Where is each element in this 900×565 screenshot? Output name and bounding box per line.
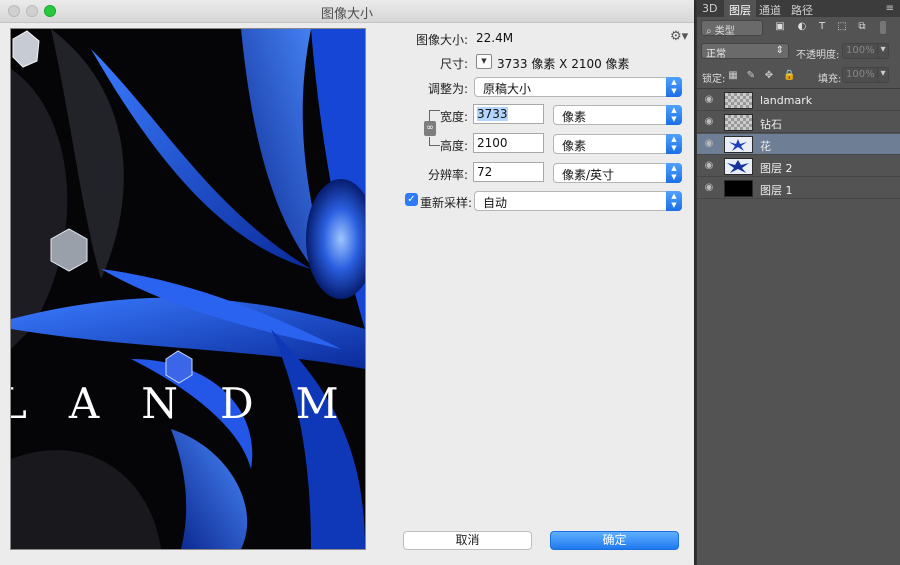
fit-to-label: 调整为: xyxy=(427,82,468,96)
smart-object-filter-icon[interactable]: ⧉ xyxy=(856,21,868,34)
height-unit-select[interactable]: 像素 ▲ ▼ xyxy=(553,134,682,154)
chevron-updown-icon: ▲ ▼ xyxy=(666,105,682,125)
layer-row-diamond[interactable]: ◉ 钻石 xyxy=(697,112,900,133)
fill-value: 100% xyxy=(846,69,875,80)
resample-value: 自动 xyxy=(483,196,508,210)
resample-checkbox[interactable]: ✓ xyxy=(405,193,418,206)
layer-row-layer-2[interactable]: ◉ 图层 2 xyxy=(697,156,900,177)
filter-value: 类型 xyxy=(714,26,735,37)
height-label: 高度: xyxy=(439,139,468,153)
visibility-eye-icon[interactable]: ◉ xyxy=(703,138,715,150)
visibility-eye-icon[interactable]: ◉ xyxy=(703,116,715,128)
fit-to-value: 原稿大小 xyxy=(483,82,532,96)
gear-icon[interactable]: ⚙▾ xyxy=(670,29,688,44)
layer-row-landmark[interactable]: ◉ landmark xyxy=(697,90,900,111)
image-size-label: 图像大小: xyxy=(415,33,468,47)
layer-thumbnail xyxy=(724,92,753,109)
opacity-label: 不透明度: xyxy=(796,50,840,61)
chevron-updown-icon: ▲ ▼ xyxy=(666,134,682,154)
dimensions-units-dropdown[interactable]: ▼ xyxy=(476,54,492,69)
layer-name: 钻石 xyxy=(760,118,782,131)
dimensions-value: 3733 像素 X 2100 像素 xyxy=(497,57,630,71)
fill-label: 填充: xyxy=(818,74,842,85)
layer-name: 图层 1 xyxy=(760,184,793,197)
shape-filter-icon[interactable]: ⬚ xyxy=(836,21,848,34)
layer-name: 图层 2 xyxy=(760,162,793,175)
width-input[interactable]: 3733 xyxy=(473,104,544,124)
ok-button[interactable]: 确定 xyxy=(550,531,679,550)
lock-image-icon[interactable]: ✎ xyxy=(746,70,756,81)
opacity-dropdown[interactable]: ▾ xyxy=(877,43,889,59)
layer-thumbnail xyxy=(724,180,753,197)
layer-thumbnail xyxy=(724,136,753,153)
adjustment-filter-icon[interactable]: ◐ xyxy=(796,21,808,34)
resample-label: 重新采样: xyxy=(420,196,473,210)
panel-tabs: 3D 图层 通道 路径 ≡ xyxy=(697,0,900,17)
lock-transparent-icon[interactable]: ▦ xyxy=(728,70,738,81)
chevron-updown-icon: ▲ ▼ xyxy=(666,163,682,183)
layer-name: landmark xyxy=(760,94,813,107)
chevron-updown-icon: ⇕ xyxy=(775,45,784,56)
resample-select[interactable]: 自动 ▲ ▼ xyxy=(474,191,682,211)
chevron-updown-icon: ▲ ▼ xyxy=(666,191,682,211)
width-unit-select[interactable]: 像素 ▲ ▼ xyxy=(553,105,682,125)
width-unit-value: 像素 xyxy=(562,110,587,124)
cancel-button[interactable]: 取消 xyxy=(403,531,532,550)
height-value: 2100 xyxy=(477,136,508,150)
tab-3d[interactable]: 3D xyxy=(702,2,717,15)
visibility-eye-icon[interactable]: ◉ xyxy=(703,182,715,194)
blend-mode-value: 正常 xyxy=(706,49,726,60)
resolution-unit-value: 像素/英寸 xyxy=(562,168,615,182)
image-filter-icon[interactable]: ▣ xyxy=(774,21,786,34)
height-input[interactable]: 2100 xyxy=(473,133,544,153)
resolution-value: 72 xyxy=(477,165,493,179)
width-label: 宽度: xyxy=(439,110,468,124)
layer-row-layer-1[interactable]: ◉ 图层 1 xyxy=(697,178,900,199)
layers-panel: 3D 图层 通道 路径 ≡ ⌕ 类型 ▣ ◐ T ⬚ ⧉ 正常 ⇕ 不透明度: 1… xyxy=(697,0,900,565)
panel-divider xyxy=(697,88,900,89)
height-unit-value: 像素 xyxy=(562,139,587,153)
image-size-dialog: 图像大小 LANDM 图像大小: 22.4M ⚙▾ 尺寸: ▼ 3733 像素 … xyxy=(0,0,694,565)
chevron-updown-icon: ▲ ▼ xyxy=(666,77,682,97)
lock-label: 锁定: xyxy=(702,74,726,85)
image-size-value: 22.4M xyxy=(476,31,514,45)
lock-all-icon[interactable]: 🔒 xyxy=(783,70,795,81)
resolution-input[interactable]: 72 xyxy=(473,162,544,182)
layer-thumbnail xyxy=(724,114,753,131)
opacity-value: 100% xyxy=(846,45,875,56)
visibility-eye-icon[interactable]: ◉ xyxy=(703,94,715,106)
lock-position-icon[interactable]: ✥ xyxy=(764,70,774,81)
tab-paths[interactable]: 路径 xyxy=(791,2,813,18)
width-value: 3733 xyxy=(477,107,508,121)
layer-filter-select[interactable]: ⌕ 类型 xyxy=(701,20,763,37)
layer-name: 花 xyxy=(760,140,771,153)
image-preview[interactable]: LANDM xyxy=(10,28,366,550)
resolution-unit-select[interactable]: 像素/英寸 ▲ ▼ xyxy=(553,163,682,183)
layer-row-flower[interactable]: ◉ 花 xyxy=(697,134,900,155)
panel-menu-icon[interactable]: ≡ xyxy=(886,3,894,14)
tab-channels[interactable]: 通道 xyxy=(759,2,781,18)
fit-to-select[interactable]: 原稿大小 ▲ ▼ xyxy=(474,77,682,97)
preview-brand-text: LANDM xyxy=(10,379,366,428)
dialog-titlebar[interactable]: 图像大小 xyxy=(0,0,694,23)
layer-thumbnail xyxy=(724,158,753,175)
dimensions-label: 尺寸: xyxy=(439,57,468,71)
dialog-title: 图像大小 xyxy=(320,7,373,22)
blend-mode-select[interactable]: 正常 ⇕ xyxy=(701,43,789,60)
fill-dropdown[interactable]: ▾ xyxy=(877,67,889,83)
tab-layers[interactable]: 图层 xyxy=(724,0,756,17)
visibility-eye-icon[interactable]: ◉ xyxy=(703,160,715,172)
preview-artwork xyxy=(11,29,365,549)
filter-toggle[interactable] xyxy=(880,21,886,34)
resolution-label: 分辨率: xyxy=(427,168,468,182)
type-filter-icon[interactable]: T xyxy=(816,21,828,34)
